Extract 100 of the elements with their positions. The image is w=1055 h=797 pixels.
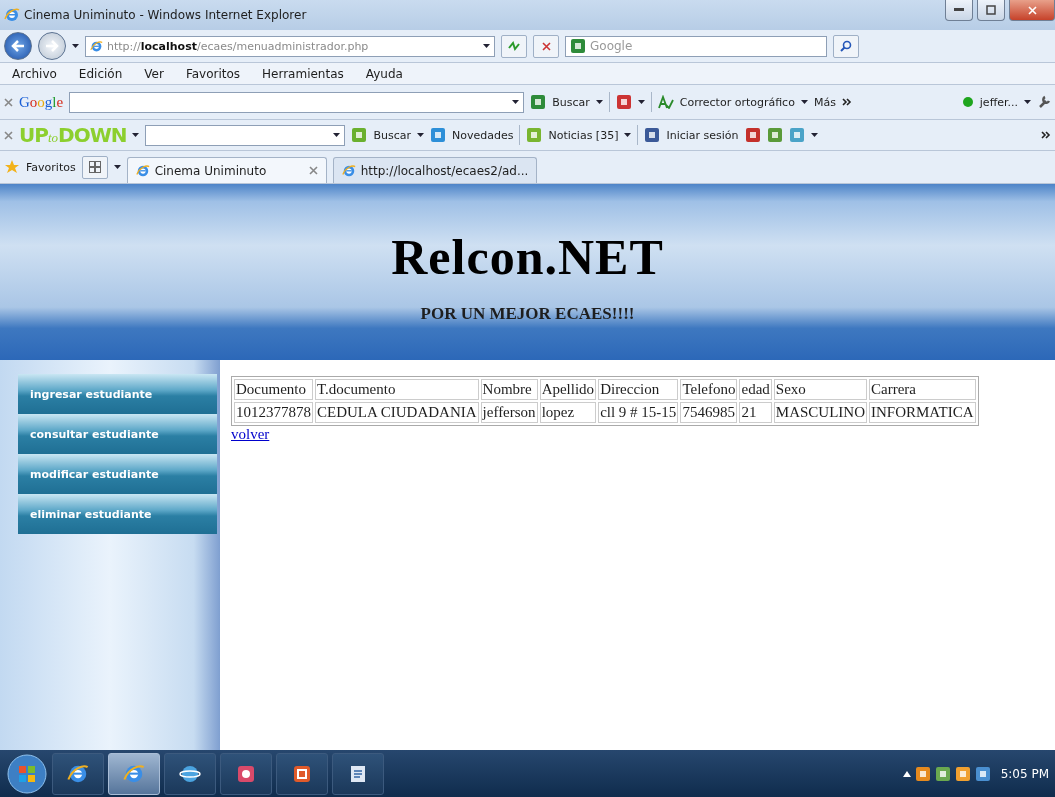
table-cell: INFORMATICA	[869, 402, 976, 423]
back-arrow-icon	[11, 40, 25, 52]
sidebar-menu-item[interactable]: consultar estudiante	[18, 414, 217, 454]
wrench-icon[interactable]	[1037, 95, 1051, 109]
maximize-button[interactable]	[977, 0, 1005, 21]
dropdown-arrow-icon[interactable]	[810, 133, 818, 137]
user-button[interactable]: jeffer...	[979, 95, 1018, 109]
dropdown-arrow-icon[interactable]	[333, 133, 341, 137]
dropdown-arrow-icon[interactable]	[595, 100, 603, 104]
taskbar-button[interactable]	[220, 752, 272, 795]
site-title: Relcon.NET	[391, 228, 664, 286]
sidebar-menu-item[interactable]: modificar estudiante	[18, 454, 217, 494]
table-cell: MASCULINO	[773, 402, 867, 423]
address-field[interactable]: http://localhost/ecaes/menuadministrador.php	[85, 35, 495, 57]
google-logo: Google	[19, 93, 64, 111]
more-button[interactable]: Más	[813, 95, 836, 109]
site-subtitle: POR UN MEJOR ECAES!!!!	[420, 304, 635, 324]
browser-tab[interactable]: http://localhost/ecaes2/ad...	[332, 157, 538, 183]
close-icon[interactable]	[4, 130, 13, 140]
dropdown-arrow-icon[interactable]	[72, 44, 79, 48]
menu-item[interactable]: Herramientas	[254, 66, 352, 81]
login-button[interactable]: Iniciar sesión	[666, 128, 739, 142]
dropdown-arrow-icon[interactable]	[624, 133, 632, 137]
menu-item[interactable]: Edición	[70, 66, 131, 81]
column-header: Carrera	[869, 379, 976, 400]
forward-button[interactable]	[38, 32, 66, 60]
feeds-button[interactable]: Noticias [35]	[548, 128, 619, 142]
spellcheck-icon[interactable]	[657, 95, 674, 109]
menu-item[interactable]: Ver	[136, 66, 172, 81]
column-header: Sexo	[773, 379, 867, 400]
column-header: T.documento	[315, 379, 479, 400]
stop-button[interactable]	[533, 34, 559, 58]
menu-item[interactable]: Ayuda	[357, 66, 411, 81]
ie-icon	[67, 762, 89, 785]
start-button[interactable]	[6, 752, 48, 795]
menu-item[interactable]: Archivo	[4, 66, 65, 81]
back-button[interactable]	[4, 32, 32, 60]
updown-search-field[interactable]	[145, 124, 346, 146]
status-dot-icon	[961, 96, 974, 108]
menu-item[interactable]: Favoritos	[177, 66, 249, 81]
column-header: Documento	[234, 379, 313, 400]
back-link[interactable]: volver	[231, 426, 270, 443]
taskbar-button[interactable]	[108, 752, 160, 795]
clock: 5:05 PM	[1000, 766, 1049, 781]
taskbar-button[interactable]	[164, 752, 216, 795]
dropdown-arrow-icon[interactable]	[637, 100, 645, 104]
table-cell: 1012377878	[234, 402, 313, 423]
dropdown-arrow-icon[interactable]	[800, 100, 808, 104]
ie-icon	[135, 163, 150, 178]
grid-icon	[88, 161, 101, 173]
table-cell: CEDULA CIUDADANIA	[315, 402, 479, 423]
window-title: Cinema Uniminuto - Windows Internet Explorer	[24, 8, 308, 22]
dropdown-arrow-icon[interactable]	[113, 165, 121, 169]
sidebar-menu-item[interactable]: ingresar estudiante	[18, 374, 217, 414]
table-cell: 7546985	[680, 402, 738, 423]
column-header: Apellido	[539, 379, 597, 400]
browser-tab[interactable]: Cinema Uniminuto	[126, 157, 327, 183]
quick-tabs-button[interactable]	[81, 155, 108, 179]
news-button[interactable]: Novedades	[452, 128, 514, 142]
search-icon	[840, 40, 852, 52]
search-button[interactable]: Buscar	[552, 95, 590, 109]
tray-arrow-icon[interactable]	[902, 770, 911, 777]
dropdown-arrow-icon[interactable]	[483, 44, 490, 48]
dropdown-arrow-icon[interactable]	[417, 133, 424, 137]
refresh-button[interactable]	[501, 34, 527, 58]
search-button[interactable]: Buscar	[373, 128, 411, 142]
ie-icon	[90, 39, 103, 53]
close-icon[interactable]	[541, 41, 551, 51]
close-icon[interactable]	[308, 166, 318, 175]
restore-icon	[986, 5, 996, 15]
ie-icon	[341, 163, 356, 178]
ie-icon	[4, 7, 20, 23]
column-header: Direccion	[598, 379, 679, 400]
favorites-button[interactable]: Favoritos	[26, 160, 76, 174]
table-cell: jefferson	[480, 402, 538, 423]
dropdown-arrow-icon[interactable]	[1024, 100, 1031, 104]
minimize-button[interactable]	[945, 0, 973, 21]
taskbar-button[interactable]	[52, 752, 104, 795]
spellcheck-button[interactable]: Corrector ortográfico	[679, 95, 795, 109]
table-cell: 21	[739, 402, 772, 423]
close-icon[interactable]	[4, 97, 13, 107]
column-header: Telefono	[680, 379, 738, 400]
taskbar-button[interactable]	[332, 752, 384, 795]
search-button[interactable]	[833, 34, 859, 58]
taskbar-button[interactable]	[276, 752, 328, 795]
column-header: edad	[739, 379, 772, 400]
updown-logo: UPtoDOWN	[19, 123, 127, 147]
star-icon[interactable]	[4, 159, 20, 175]
column-header: Nombre	[480, 379, 538, 400]
double-chevron-icon	[841, 98, 852, 106]
close-button[interactable]	[1009, 0, 1055, 21]
forward-arrow-icon	[45, 40, 59, 52]
double-chevron-icon[interactable]	[1041, 131, 1051, 139]
google-search-field[interactable]	[69, 91, 525, 113]
dropdown-arrow-icon[interactable]	[132, 133, 140, 137]
dropdown-arrow-icon[interactable]	[512, 100, 520, 104]
minimize-icon	[954, 8, 964, 12]
table-cell: cll 9 # 15-15	[598, 402, 679, 423]
sidebar-menu-item[interactable]: eliminar estudiante	[18, 494, 217, 534]
ie-icon	[123, 762, 145, 785]
